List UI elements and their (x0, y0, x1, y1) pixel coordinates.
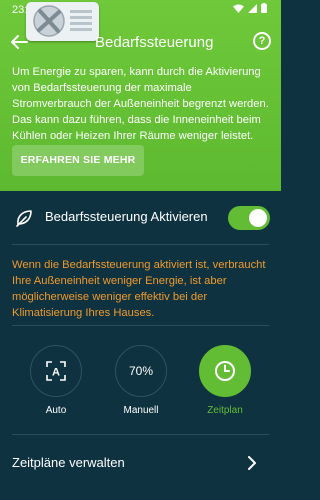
toggle-label: Bedarfssteuerung Aktivieren (45, 209, 208, 224)
mode-auto-label: Auto (45, 405, 67, 416)
back-arrow-icon[interactable] (8, 31, 30, 53)
manual-value: 70% (128, 364, 154, 378)
page-title: Bedarfssteuerung (95, 34, 214, 51)
leaf-icon (16, 210, 32, 227)
switch-knob (249, 209, 267, 227)
divider (12, 434, 269, 435)
learn-more-button[interactable]: ERFAHREN SIE MEHR (12, 145, 144, 176)
mode-manual-label: Manuell (123, 405, 159, 416)
wifi-icon (233, 4, 244, 13)
warning-text: Wenn die Bedarfssteuerung aktiviert ist,… (12, 259, 266, 319)
demand-control-toggle-row[interactable]: Bedarfssteuerung Aktivieren (0, 200, 281, 236)
mode-auto[interactable]: A Auto (26, 345, 86, 416)
svg-text:A: A (52, 367, 60, 379)
manage-schedules-row[interactable]: Zeitpläne verwalten (0, 448, 281, 478)
mode-manual-button[interactable]: 70% (115, 345, 167, 397)
divider (12, 325, 269, 326)
demand-control-switch[interactable] (228, 206, 270, 230)
battery-icon (261, 3, 267, 13)
help-button[interactable]: ? (253, 32, 271, 50)
mode-manual[interactable]: 70% Manuell (111, 345, 171, 416)
top-bar: Bedarfssteuerung ? (0, 26, 281, 58)
status-icons (233, 3, 267, 13)
mode-schedule[interactable]: Zeitplan (195, 345, 255, 416)
clock-icon (215, 361, 235, 381)
intro-text: Um Energie zu sparen, kann durch die Akt… (12, 66, 269, 142)
mode-auto-button[interactable]: A (30, 345, 82, 397)
mode-schedule-label: Zeitplan (207, 405, 243, 416)
divider (12, 244, 269, 245)
auto-mode-icon: A (46, 361, 66, 381)
signal-icon (248, 3, 257, 13)
manage-schedules-label: Zeitpläne verwalten (12, 455, 125, 470)
chevron-right-icon (248, 456, 256, 470)
mode-schedule-button[interactable] (199, 345, 251, 397)
